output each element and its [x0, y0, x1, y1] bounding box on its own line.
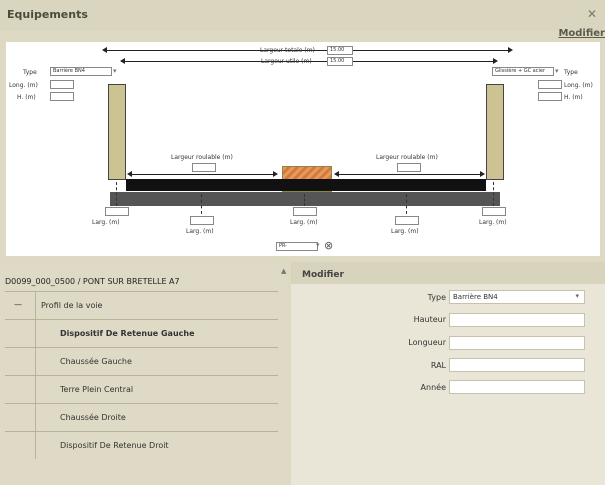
form-scrollbar[interactable] [597, 284, 605, 485]
road-base [110, 192, 500, 206]
right-h-label: H. (m) [564, 94, 583, 101]
largeur-totale-label: Largeur totale (m) [260, 47, 315, 54]
larg-label-2: Larg. (m) [186, 228, 214, 235]
tree-indent-cell [5, 432, 36, 459]
breadcrumb: D0099_000_0500 / PONT SUR BRETELLE A7 [5, 277, 180, 286]
right-roulable-label: Largeur roulable (m) [376, 154, 438, 161]
modify-panel-title: Modifier [302, 270, 344, 280]
window-title: Equipements [7, 8, 88, 21]
right-h-field[interactable] [538, 92, 562, 101]
longueur-label: Longueur [408, 338, 446, 347]
ral-field[interactable] [449, 358, 585, 372]
arrow-left-icon [334, 171, 339, 177]
hauteur-label: Hauteur [413, 315, 446, 324]
larg-field-5[interactable] [482, 207, 506, 216]
dropdown-arrow-icon[interactable]: ▾ [113, 67, 117, 75]
tree-item-label: Dispositif De Retenue Droit [60, 441, 169, 450]
tree-item-label: Profil de la voie [41, 301, 103, 310]
dropdown-arrow-icon[interactable]: ▾ [316, 241, 320, 249]
larg-field-2[interactable] [190, 216, 214, 225]
left-long-label: Long. (m) [9, 82, 38, 89]
left-h-label: H. (m) [17, 94, 36, 101]
tree-indent-cell [5, 376, 36, 403]
tree-item[interactable]: — Profil de la voie [5, 291, 278, 319]
tree-indent-cell [5, 404, 36, 431]
largeur-utile-field[interactable]: 15.00 [327, 57, 353, 66]
longueur-field[interactable] [449, 336, 585, 350]
tree-indent-cell [5, 348, 36, 375]
left-roulable-label: Largeur roulable (m) [171, 154, 233, 161]
left-barrier-post [108, 84, 126, 180]
tree-item-label: Chaussée Gauche [60, 357, 132, 366]
larg-field-1[interactable] [105, 207, 129, 216]
right-long-field[interactable] [538, 80, 562, 89]
left-roulable-line [131, 174, 276, 175]
larg-field-3[interactable] [293, 207, 317, 216]
scroll-up-icon[interactable]: ▲ [281, 267, 286, 275]
dim-tick [116, 182, 117, 206]
arrow-right-icon [273, 171, 278, 177]
cross-section-diagram: Largeur totale (m) 15.00 Largeur utile (… [6, 42, 600, 256]
larg-field-4[interactable] [395, 216, 419, 225]
tree-item-label: Dispositif De Retenue Gauche [60, 329, 195, 338]
dim-tick [304, 194, 305, 206]
dim-tick [201, 194, 202, 214]
tree-item[interactable]: Dispositif De Retenue Gauche [5, 319, 278, 347]
right-roulable-field[interactable] [397, 163, 421, 172]
left-type-label: Type [23, 69, 37, 76]
type-select-value: Barrière BN4 [453, 293, 498, 301]
carriageway [126, 179, 486, 191]
larg-label-4: Larg. (m) [391, 228, 419, 235]
tree-item-label: Terre Plein Central [60, 385, 134, 394]
largeur-totale-field[interactable]: 15.00 [327, 46, 353, 55]
largeur-utile-label: Largeur utile (m) [261, 58, 312, 65]
tree-item[interactable]: Dispositif De Retenue Droit [5, 431, 278, 459]
arrow-right-icon [480, 171, 485, 177]
left-long-field[interactable] [50, 80, 74, 89]
right-type-select[interactable]: Glissière + GC acier [492, 67, 554, 76]
arrow-right-icon [493, 58, 498, 64]
larg-label-5: Larg. (m) [479, 219, 507, 226]
left-type-select[interactable]: Barrière BN4 [50, 67, 112, 76]
tree-indent-cell [5, 320, 36, 347]
arrow-right-icon [508, 47, 513, 53]
modify-link[interactable]: Modifier [558, 28, 605, 39]
tree-item-label: Chaussée Droite [60, 413, 126, 422]
collapse-icon[interactable]: — [14, 300, 22, 309]
dropdown-arrow-icon[interactable]: ▾ [575, 292, 579, 300]
right-type-label: Type [564, 69, 578, 76]
dropdown-arrow-icon[interactable]: ▾ [555, 67, 559, 75]
ral-label: RAL [430, 361, 446, 370]
dim-tick [406, 194, 407, 214]
right-long-label: Long. (m) [564, 82, 593, 89]
tree-indent-cell: — [5, 292, 36, 319]
tree-item[interactable]: Chaussée Droite [5, 403, 278, 431]
type-select[interactable]: Barrière BN4 ▾ [449, 290, 585, 304]
left-roulable-field[interactable] [192, 163, 216, 172]
arrow-left-icon [102, 47, 107, 53]
dim-tick [493, 182, 494, 206]
pr-select[interactable]: PR- [276, 242, 318, 251]
annee-label: Année [420, 383, 446, 392]
larg-label-3: Larg. (m) [290, 219, 318, 226]
annee-field[interactable] [449, 380, 585, 394]
arrow-left-icon [120, 58, 125, 64]
clear-icon[interactable]: ⊗ [324, 239, 333, 252]
right-roulable-line [338, 174, 483, 175]
hauteur-field[interactable] [449, 313, 585, 327]
larg-label-1: Larg. (m) [92, 219, 120, 226]
close-icon[interactable]: ✕ [587, 7, 597, 21]
title-bar: Equipements ✕ [0, 0, 605, 31]
tree-item[interactable]: Chaussée Gauche [5, 347, 278, 375]
tree-item[interactable]: Terre Plein Central [5, 375, 278, 403]
arrow-left-icon [127, 171, 132, 177]
modify-panel-header: Modifier [291, 262, 605, 284]
type-label: Type [427, 293, 446, 302]
left-h-field[interactable] [50, 92, 74, 101]
modify-panel: Modifier Type Barrière BN4 ▾ Hauteur Lon… [291, 262, 605, 485]
right-barrier-post [486, 84, 504, 180]
